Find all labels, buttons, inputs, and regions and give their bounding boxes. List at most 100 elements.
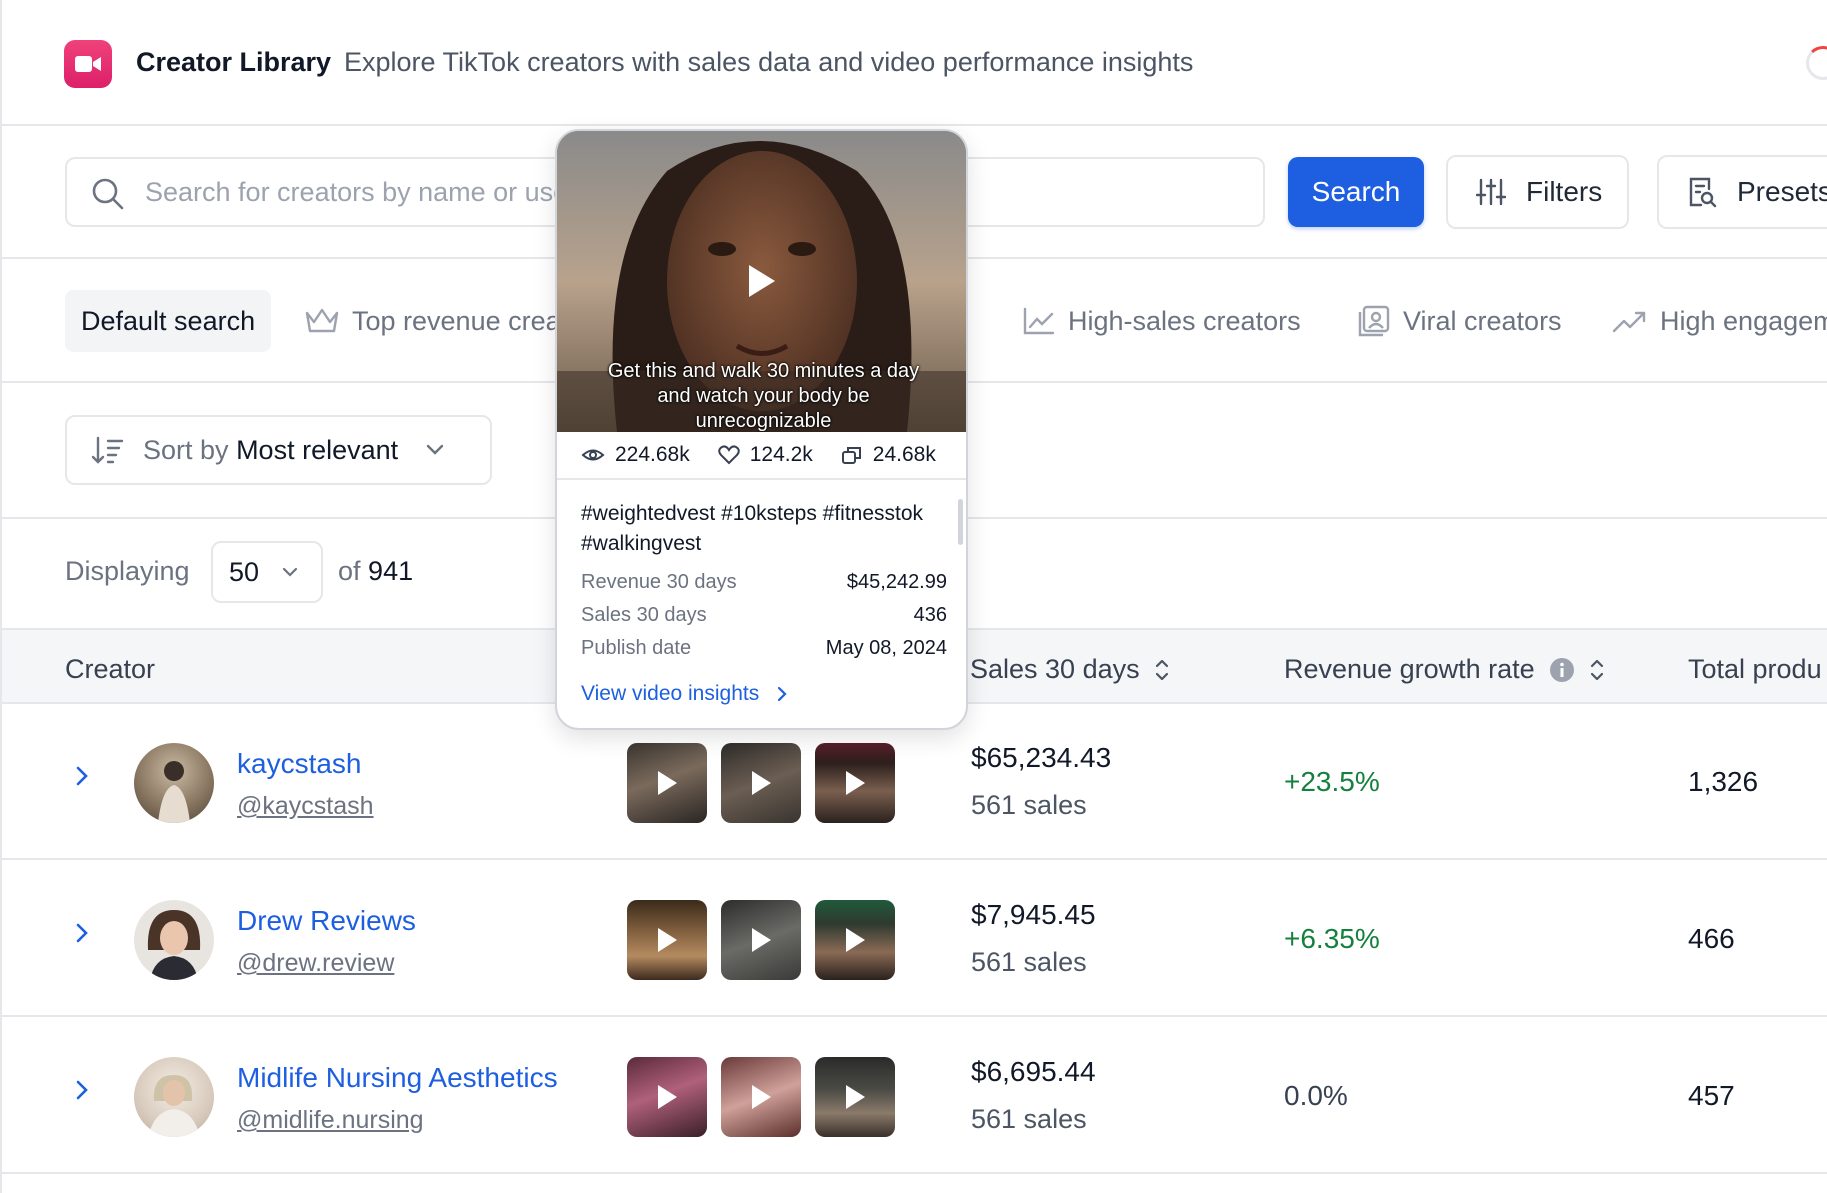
revenue-value: $45,242.99 — [846, 571, 947, 593]
scrollbar[interactable] — [958, 499, 963, 545]
displaying-label: Displaying — [65, 556, 190, 586]
sales-count: 561 sales — [971, 1104, 1087, 1134]
creator-name[interactable]: Drew Reviews — [237, 905, 416, 937]
viral-icon — [1358, 305, 1390, 337]
table-row[interactable]: Midlife Nursing Aesthetics @midlife.nurs… — [2, 1018, 1827, 1174]
revenue-label: Revenue 30 days — [581, 571, 737, 593]
chevron-right-icon[interactable] — [74, 764, 90, 788]
shares-count: 24.68k — [872, 443, 936, 466]
video-thumbnail[interactable] — [627, 900, 707, 980]
view-video-insights-link[interactable]: View video insights — [581, 682, 787, 706]
sort-icon — [91, 436, 124, 464]
video-thumbnail[interactable] — [815, 900, 895, 980]
sales-count: 561 sales — [971, 790, 1087, 820]
play-icon — [846, 928, 865, 952]
tab-label: High engagement — [1660, 305, 1827, 336]
tab-high-sales-creators[interactable]: High-sales creators — [1022, 290, 1301, 352]
chevron-right-icon[interactable] — [74, 1078, 90, 1102]
likes-stat: 124.2k — [717, 443, 813, 467]
chevron-right-icon — [778, 686, 787, 702]
search-button[interactable]: Search — [1288, 157, 1424, 227]
total-count-label: of 941 — [338, 556, 413, 587]
document-search-icon — [1689, 177, 1717, 208]
video-thumbnail[interactable] — [627, 743, 707, 823]
video-thumbnail[interactable] — [815, 743, 895, 823]
tab-default-search[interactable]: Default search — [65, 290, 272, 352]
video-thumbnail[interactable] — [815, 1057, 895, 1137]
sort-prefix: Sort by — [143, 434, 229, 465]
creator-handle[interactable]: @kaycstash — [237, 792, 374, 821]
shares-stat: 24.68k — [841, 443, 936, 467]
play-icon — [752, 1085, 771, 1109]
sales-count: 561 sales — [971, 947, 1087, 977]
total-count: 941 — [368, 556, 414, 586]
app-logo — [64, 40, 112, 88]
column-label: Creator — [65, 654, 156, 684]
growth-rate: +23.5% — [1284, 766, 1380, 797]
presets-label: Presets — [1737, 176, 1827, 207]
column-header-sales-30-days[interactable]: Sales 30 days — [970, 654, 1170, 685]
filters-button[interactable]: Filters — [1446, 155, 1629, 229]
sort-arrows-icon — [1590, 659, 1603, 680]
sort-select[interactable]: Sort by Most relevant — [65, 415, 492, 485]
play-icon — [658, 1085, 677, 1109]
tab-label: Viral creators — [1403, 305, 1562, 336]
table-row[interactable]: Drew Reviews @drew.review $7,945.45 561 … — [2, 861, 1827, 1017]
tab-high-engagement[interactable]: High engagement — [1612, 290, 1827, 352]
copy-icon — [841, 447, 861, 464]
publish-date-row: Publish date May 08, 2024 — [581, 637, 947, 660]
video-thumbnail[interactable] — [721, 1057, 801, 1137]
avatar — [134, 900, 214, 980]
views-count: 224.68k — [615, 443, 690, 466]
revenue-30-days-row: Revenue 30 days $45,242.99 — [581, 571, 947, 594]
creator-name[interactable]: kaycstash — [237, 748, 362, 780]
play-icon — [846, 1085, 865, 1109]
avatar — [134, 743, 214, 823]
tab-viral-creators[interactable]: Viral creators — [1357, 290, 1562, 352]
link-label: View video insights — [581, 682, 760, 705]
total-products: 1,326 — [1688, 766, 1759, 797]
video-thumbnail[interactable] — [627, 1057, 707, 1137]
avatar — [134, 1057, 214, 1137]
play-icon[interactable] — [743, 261, 779, 301]
creator-handle[interactable]: @drew.review — [237, 949, 394, 978]
video-caption: Get this and walk 30 minutes a day and w… — [607, 360, 920, 432]
sort-label: Sort by Most relevant — [143, 435, 398, 466]
page-size-select[interactable]: 50 — [211, 541, 323, 603]
video-preview[interactable]: Get this and walk 30 minutes a day and w… — [557, 131, 966, 432]
video-thumbnail[interactable] — [721, 900, 801, 980]
video-thumbnail[interactable] — [721, 743, 801, 823]
column-header-total-products[interactable]: Total produ — [1688, 654, 1822, 685]
revenue-value: $6,695.44 — [971, 1056, 1096, 1087]
crown-icon — [305, 308, 339, 333]
trending-up-icon — [1612, 311, 1646, 333]
app-subtitle: Explore TikTok creators with sales data … — [344, 47, 1194, 77]
creator-name[interactable]: Midlife Nursing Aesthetics — [237, 1062, 558, 1094]
app-title: Creator Library — [136, 47, 332, 77]
video-stats: 224.68k 124.2k 24.68k — [557, 432, 966, 480]
total-products: 457 — [1688, 1080, 1735, 1111]
publish-date-value: May 08, 2024 — [825, 637, 947, 659]
creator-handle[interactable]: @midlife.nursing — [237, 1106, 424, 1135]
chevron-down-icon — [426, 444, 444, 455]
eye-icon — [581, 449, 605, 461]
growth-rate: 0.0% — [1284, 1080, 1348, 1111]
revenue-value: $65,234.43 — [971, 742, 1112, 773]
sales-value: 436 — [913, 604, 947, 626]
column-label: Revenue growth rate — [1284, 654, 1535, 684]
column-label: Sales 30 days — [970, 654, 1140, 684]
play-icon — [846, 771, 865, 795]
video-preview-popup[interactable]: Get this and walk 30 minutes a day and w… — [555, 129, 968, 730]
app-window: Creator Library Explore TikTok creators … — [0, 0, 1827, 1193]
sort-value: Most relevant — [236, 434, 399, 465]
page-size-value: 50 — [229, 556, 260, 587]
chevron-right-icon[interactable] — [74, 921, 90, 945]
presets-button[interactable]: Presets — [1657, 155, 1827, 229]
growth-rate: +6.35% — [1284, 923, 1380, 954]
info-icon[interactable] — [1549, 657, 1575, 683]
revenue-value: $7,945.45 — [971, 899, 1096, 930]
divider — [2, 124, 1827, 126]
video-camera-icon — [75, 56, 101, 72]
column-header-revenue-growth-rate[interactable]: Revenue growth rate — [1284, 654, 1605, 685]
column-header-creator: Creator — [65, 654, 155, 685]
